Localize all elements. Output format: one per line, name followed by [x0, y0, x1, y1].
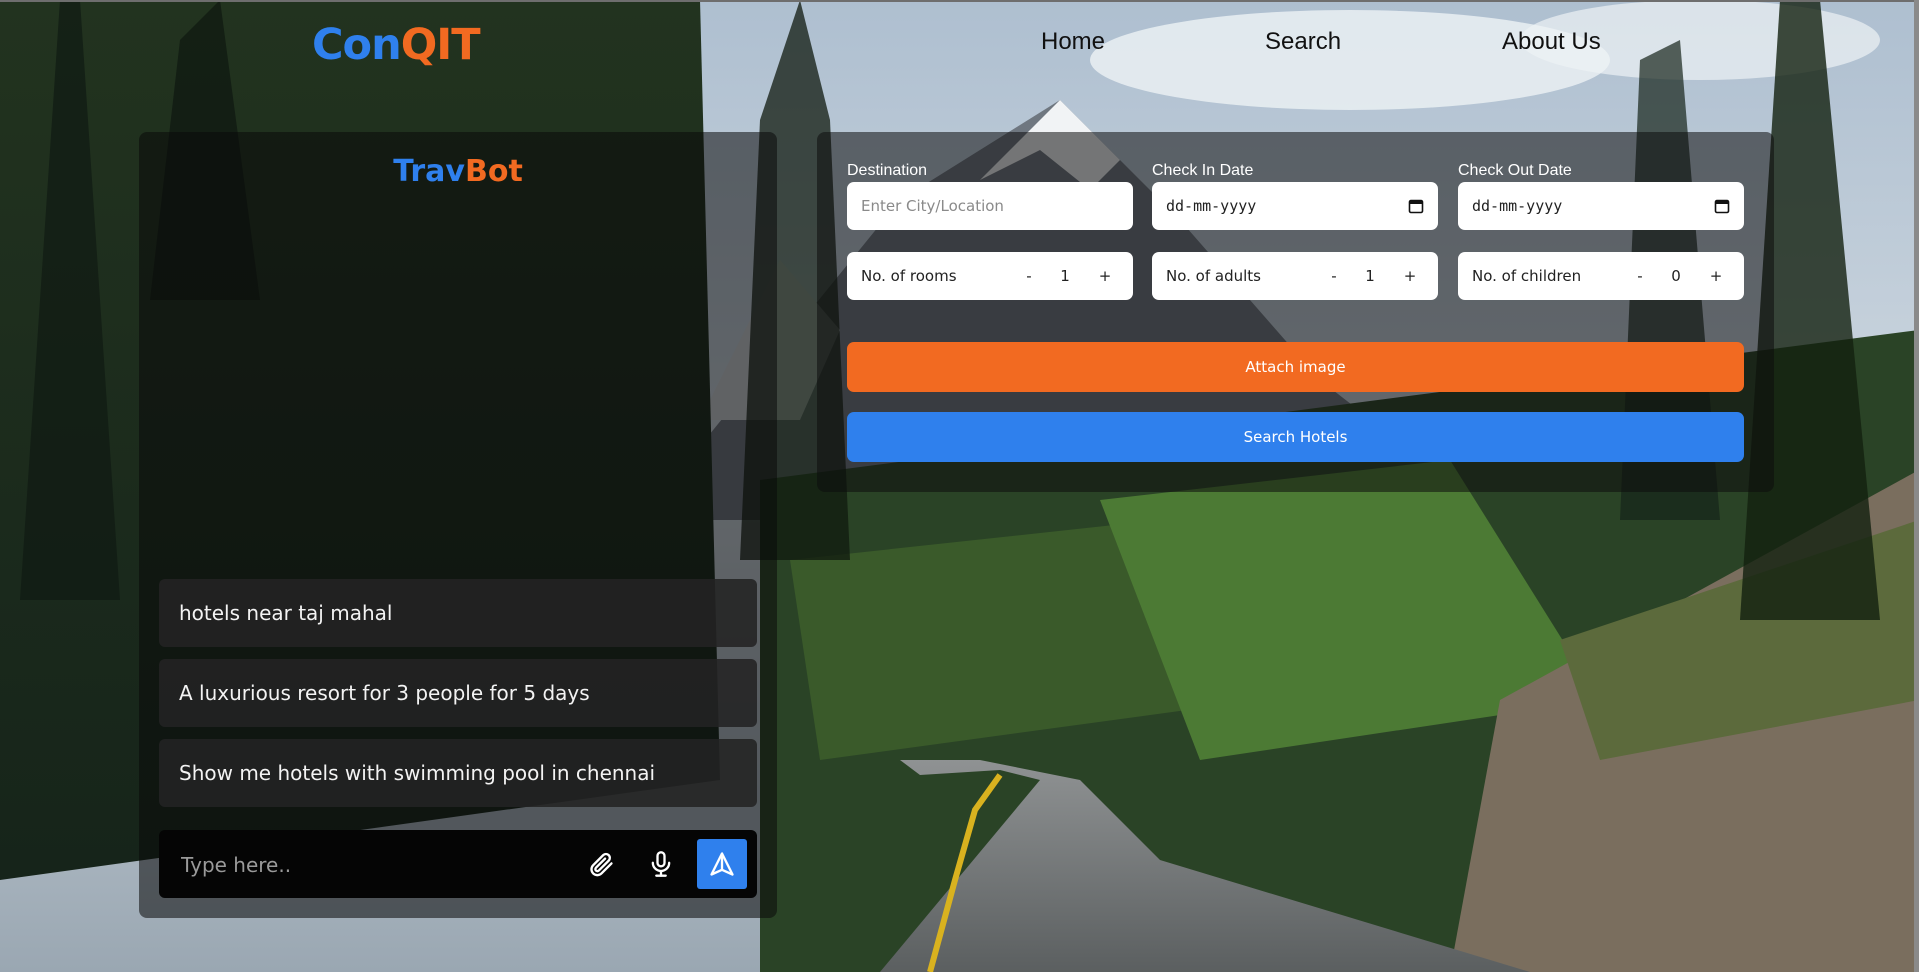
nav-search[interactable]: Search — [1265, 28, 1341, 56]
calendar-icon[interactable] — [1408, 198, 1424, 214]
travbot-chat-panel: TravBot hotels near taj mahal A luxuriou… — [139, 132, 777, 918]
children-increment-button[interactable]: + — [1704, 252, 1728, 300]
window-right-edge — [1914, 0, 1919, 972]
adults-decrement-button[interactable]: - — [1322, 252, 1346, 300]
adults-label: No. of adults — [1166, 267, 1261, 285]
rooms-count: 1 — [1060, 267, 1070, 285]
suggestion-chip[interactable]: Show me hotels with swimming pool in che… — [159, 739, 757, 807]
hotel-search-panel: Destination Check In Date dd-mm-yyyy Che… — [817, 132, 1774, 492]
rooms-stepper: No. of rooms - 1 + — [847, 252, 1133, 300]
check-out-label: Check Out Date — [1458, 162, 1572, 179]
paperclip-icon[interactable] — [579, 842, 623, 886]
top-nav: Home Search About Us — [0, 28, 1919, 68]
adults-count: 1 — [1365, 267, 1375, 285]
window-top-edge — [0, 0, 1919, 2]
check-out-date-input[interactable]: dd-mm-yyyy — [1458, 182, 1744, 230]
children-count: 0 — [1671, 267, 1681, 285]
search-hotels-button[interactable]: Search Hotels — [847, 412, 1744, 462]
send-icon[interactable] — [697, 839, 747, 889]
check-in-date-input[interactable]: dd-mm-yyyy — [1152, 182, 1438, 230]
check-out-value: dd-mm-yyyy — [1472, 197, 1563, 215]
chat-message-input[interactable] — [179, 830, 543, 900]
calendar-icon[interactable] — [1714, 198, 1730, 214]
adults-stepper: No. of adults - 1 + — [1152, 252, 1438, 300]
suggestion-chip[interactable]: A luxurious resort for 3 people for 5 da… — [159, 659, 757, 727]
attach-image-button[interactable]: Attach image — [847, 342, 1744, 392]
microphone-icon[interactable] — [639, 842, 683, 886]
destination-input[interactable] — [847, 182, 1133, 230]
children-decrement-button[interactable]: - — [1628, 252, 1652, 300]
children-stepper: No. of children - 0 + — [1458, 252, 1744, 300]
title-part-1: Trav — [393, 154, 465, 189]
rooms-increment-button[interactable]: + — [1093, 252, 1117, 300]
nav-about-us[interactable]: About Us — [1502, 28, 1601, 56]
check-in-value: dd-mm-yyyy — [1166, 197, 1257, 215]
rooms-label: No. of rooms — [861, 267, 957, 285]
suggestion-chip[interactable]: hotels near taj mahal — [159, 579, 757, 647]
check-in-label: Check In Date — [1152, 162, 1254, 179]
title-part-2: Bot — [464, 154, 523, 189]
adults-increment-button[interactable]: + — [1398, 252, 1422, 300]
nav-home[interactable]: Home — [1041, 28, 1105, 56]
chat-input-bar — [159, 830, 757, 900]
children-label: No. of children — [1472, 267, 1582, 285]
destination-label: Destination — [847, 162, 928, 179]
rooms-decrement-button[interactable]: - — [1017, 252, 1041, 300]
travbot-title: TravBot — [139, 154, 777, 189]
